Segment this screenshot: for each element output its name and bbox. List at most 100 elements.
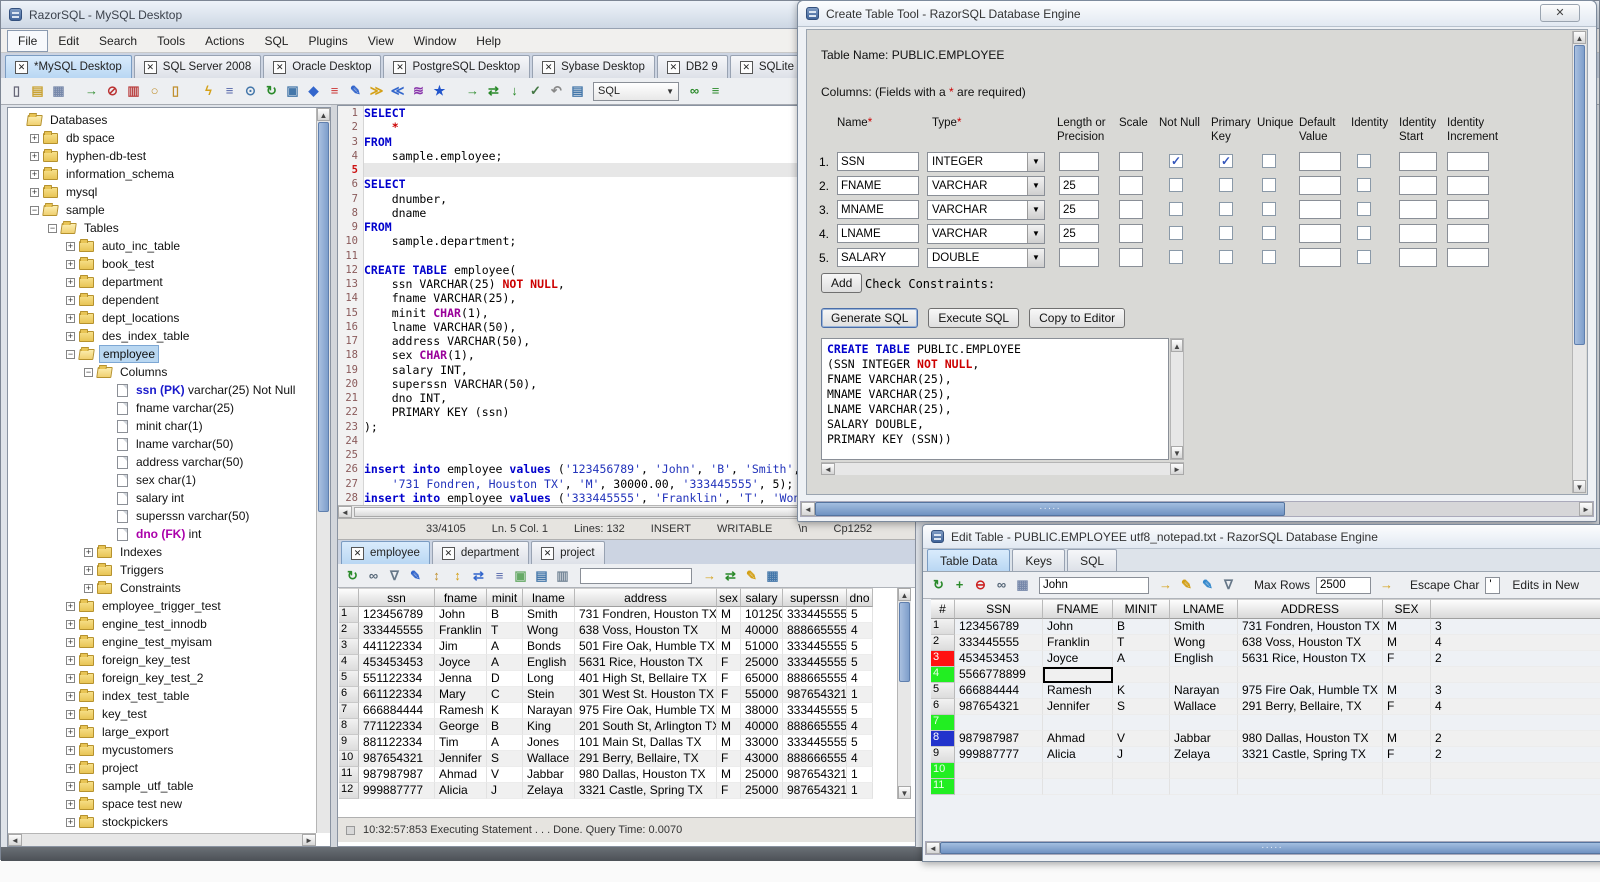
table-cell[interactable]: 101 Main St, Dallas TX xyxy=(575,735,717,751)
default-value-input[interactable] xyxy=(1299,152,1341,171)
table-cell[interactable]: 333445555 xyxy=(955,635,1043,651)
table-cell[interactable]: 333445555 xyxy=(783,607,847,623)
table-cell[interactable]: C xyxy=(487,687,523,703)
table-row[interactable]: 7 666884444 Ramesh K Narayan 975 Fire Oak, Hu… xyxy=(339,703,873,719)
not-null-checkbox[interactable] xyxy=(1169,226,1183,240)
table-cell[interactable]: 999887777 xyxy=(359,783,435,799)
table-cell[interactable]: 333445555 xyxy=(783,735,847,751)
table-row[interactable]: 9 881122334 Tim A Jones 101 Main St, Dallas T… xyxy=(339,735,873,751)
table-cell[interactable]: 453453453 xyxy=(359,655,435,671)
results-tab[interactable]: ✕ department xyxy=(431,541,530,564)
column-name-input[interactable] xyxy=(837,152,919,171)
menu-file[interactable]: File xyxy=(7,29,49,52)
table-cell[interactable]: Wong xyxy=(1170,635,1238,651)
unique-checkbox[interactable] xyxy=(1262,178,1276,192)
table-cell[interactable]: 888665555 xyxy=(783,719,847,735)
chevron-down-icon[interactable]: ▼ xyxy=(1027,177,1044,195)
tree-item-label[interactable]: employee xyxy=(99,345,160,363)
tree-item-label[interactable]: foreign_key_test xyxy=(99,652,193,668)
chevron-down-icon[interactable]: ▼ xyxy=(1027,153,1044,171)
tree-item-label[interactable]: dept_locations xyxy=(99,310,182,326)
table-cell[interactable]: T xyxy=(1113,635,1170,651)
close-tab-icon[interactable]: ✕ xyxy=(273,60,287,74)
tree-expander-icon[interactable]: − xyxy=(84,367,93,377)
table-cell[interactable]: 987987987 xyxy=(955,731,1043,747)
table-cell[interactable]: 501 Fire Oak, Humble TX xyxy=(575,639,717,655)
table-cell[interactable]: 731 Fondren, Houston TX xyxy=(1238,619,1383,635)
row-number[interactable]: 3 xyxy=(339,639,359,655)
table-cell[interactable]: M xyxy=(1383,619,1431,635)
tree-item-label[interactable]: superssn varchar(50) xyxy=(133,508,252,524)
row-number[interactable]: 9 xyxy=(931,747,955,763)
table-cell[interactable]: 980 Dallas, Houston TX xyxy=(575,767,717,783)
table-cell[interactable]: Tim xyxy=(435,735,487,751)
connection-tab[interactable]: ✕ Sybase Desktop xyxy=(532,55,655,78)
table-cell[interactable]: 4 xyxy=(847,719,873,735)
close-icon[interactable]: ✕ xyxy=(1540,4,1580,22)
table-cell[interactable] xyxy=(1043,715,1113,731)
table-cell[interactable]: 40000 xyxy=(741,719,783,735)
connect-icon[interactable]: → xyxy=(82,82,101,100)
tree-item-label[interactable]: employee_trigger_test xyxy=(99,598,224,614)
table-row[interactable]: 3 441122334 Jim A Bonds 501 Fire Oak, Humble … xyxy=(339,639,873,655)
row-number[interactable]: 12 xyxy=(339,783,359,799)
table-cell[interactable]: 551122334 xyxy=(359,671,435,687)
new-document-icon[interactable]: ▯ xyxy=(7,82,26,100)
table-cell[interactable] xyxy=(955,715,1043,731)
table-cell[interactable]: 987654321 xyxy=(783,783,847,799)
column-header[interactable]: FNAME xyxy=(1043,599,1113,619)
tree-item[interactable]: + dept_locations xyxy=(8,309,316,327)
table-row[interactable]: 3 453453453 Joyce A English 5631 Rice, Housto… xyxy=(931,651,1600,667)
table-cell[interactable]: M xyxy=(1383,635,1431,651)
tree-expander-icon[interactable]: + xyxy=(66,295,75,305)
table-row[interactable]: 2 333445555 Franklin T Wong 638 Voss, Houston… xyxy=(931,635,1600,651)
table-cell[interactable]: K xyxy=(1113,683,1170,699)
table-cell[interactable]: King xyxy=(523,719,575,735)
table-cell[interactable]: 33000 xyxy=(741,735,783,751)
tree-item[interactable]: ssn (PK) varchar(25) Not Null xyxy=(8,381,316,399)
tree-item-label[interactable]: des_index_table xyxy=(99,328,192,344)
tree-expander-icon[interactable]: + xyxy=(30,169,39,179)
table-cell[interactable] xyxy=(1383,715,1431,731)
table-cell[interactable]: 661122334 xyxy=(359,687,435,703)
scroll-left-icon[interactable]: ◄ xyxy=(338,506,352,518)
tree-expander-icon[interactable]: + xyxy=(66,259,75,269)
scroll-up-icon[interactable]: ▲ xyxy=(898,588,911,601)
tree-item[interactable]: + Indexes xyxy=(8,543,316,561)
tree-hscroll-track[interactable] xyxy=(22,834,302,846)
tree-expander-icon[interactable]: + xyxy=(66,673,75,683)
tree-item-label[interactable]: sample xyxy=(63,202,108,218)
describe-table-icon[interactable]: ≡ xyxy=(220,82,239,100)
tree-item[interactable]: + department xyxy=(8,273,316,291)
table-cell[interactable]: Wallace xyxy=(523,751,575,767)
tree-item-label[interactable]: Columns xyxy=(117,364,170,380)
validate-icon[interactable]: ✓ xyxy=(526,82,545,100)
row-number[interactable]: 11 xyxy=(339,767,359,783)
tree-item[interactable]: + foreign_key_test_2 xyxy=(8,669,316,687)
table-cell[interactable]: J xyxy=(1113,747,1170,763)
results-vertical-scrollbar[interactable]: ▲ ▼ xyxy=(897,588,911,799)
results-tab[interactable]: ✕ project xyxy=(531,541,605,564)
table-cell[interactable] xyxy=(1238,715,1383,731)
tab-sql[interactable]: SQL xyxy=(1067,549,1118,571)
key-icon[interactable]: ↕ xyxy=(427,567,446,585)
table-cell[interactable]: D xyxy=(487,671,523,687)
tree-item-label[interactable]: salary int xyxy=(133,490,187,506)
row-number[interactable]: 2 xyxy=(339,623,359,639)
table-cell[interactable]: Mary xyxy=(435,687,487,703)
column-type-select[interactable]: VARCHAR ▼ xyxy=(927,176,1045,196)
refresh-icon[interactable]: ↻ xyxy=(929,576,948,594)
table-cell[interactable]: 888665555 xyxy=(783,671,847,687)
column-header[interactable]: minit xyxy=(487,588,523,607)
table-cell[interactable]: 1 xyxy=(847,767,873,783)
tree-expander-icon[interactable]: + xyxy=(30,151,39,161)
default-value-input[interactable] xyxy=(1299,248,1341,267)
table-cell[interactable]: 65000 xyxy=(741,671,783,687)
table-cell[interactable]: B xyxy=(487,719,523,735)
scale-input[interactable] xyxy=(1119,176,1143,195)
scroll-down-icon[interactable]: ▼ xyxy=(898,786,911,799)
column-header[interactable]: address xyxy=(575,588,717,607)
identity-checkbox[interactable] xyxy=(1357,250,1371,264)
table-cell[interactable] xyxy=(1043,763,1113,779)
tree-item-label[interactable]: fname varchar(25) xyxy=(133,400,237,416)
